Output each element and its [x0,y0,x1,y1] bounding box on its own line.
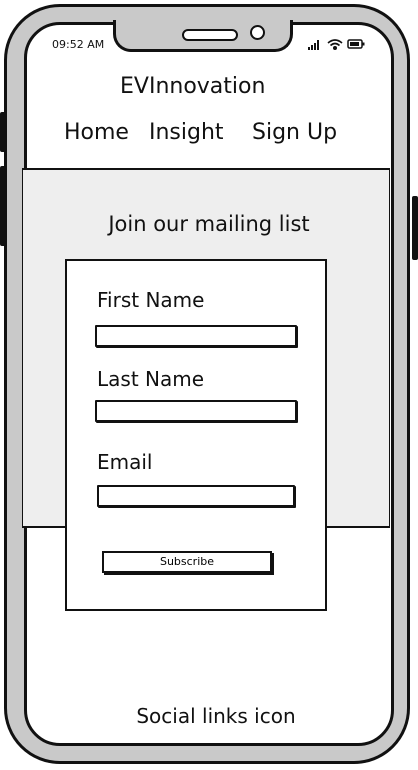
email-field[interactable] [97,485,295,507]
last-name-field[interactable] [95,400,297,422]
subscribe-button[interactable]: Subscribe [102,551,272,573]
first-name-label: First Name [97,288,205,312]
wifi-icon [327,39,343,51]
signal-icon [308,40,319,50]
mailing-heading: Join our mailing list [108,212,310,236]
nav-signup-link[interactable]: Sign Up [252,120,337,145]
nav-home-link[interactable]: Home [64,120,129,145]
notch [113,20,293,52]
nav-insight-link[interactable]: Insight [149,120,224,145]
battery-icon [347,39,365,49]
status-time: 09:52 AM [52,38,105,51]
social-links-placeholder: Social links icon [136,704,296,728]
camera-icon [250,25,265,40]
status-icons-svg [308,39,365,51]
main-nav: Home Insight Sign Up [0,120,418,150]
first-name-field[interactable] [95,325,297,347]
last-name-label: Last Name [97,367,205,391]
app-title: EVInnovation [120,74,266,99]
status-icons [308,36,368,51]
speaker-grille [182,29,238,41]
email-label: Email [97,450,153,474]
